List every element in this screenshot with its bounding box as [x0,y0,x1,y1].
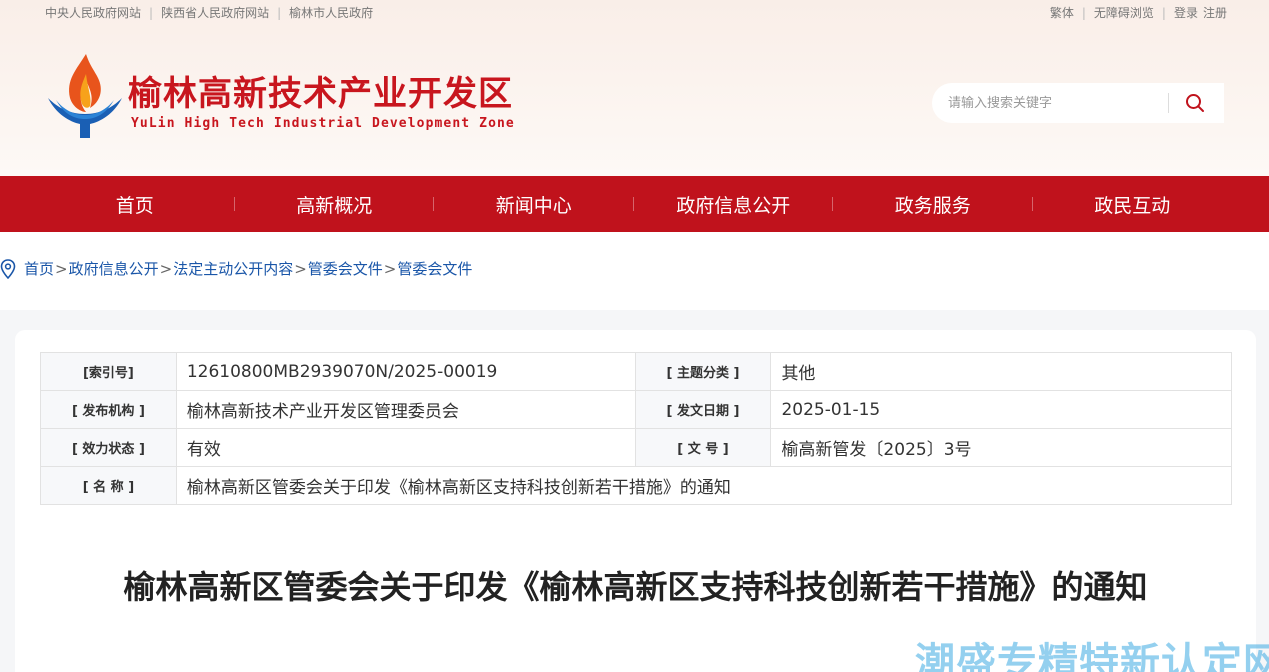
nav-overview[interactable]: 高新概况 [235,176,435,232]
divider: | [1161,5,1166,20]
doc-number-value: 榆高新管发〔2025〕3号 [770,428,1232,467]
divider: | [277,5,282,20]
breadcrumb-committee-docs[interactable]: 管委会文件 [308,258,383,279]
publisher-label: [ 发布机构 ] [40,390,177,429]
site-logo-icon[interactable] [46,52,124,140]
search-input[interactable] [932,83,1168,123]
date-value: 2025-01-15 [770,390,1232,429]
publisher-value: 榆林高新技术产业开发区管理委员会 [175,390,636,429]
breadcrumb: 首页 > 政府信息公开 > 法定主动公开内容 > 管委会文件 > 管委会文件 [0,258,472,279]
link-shaanxi-gov[interactable]: 陕西省人民政府网站 [161,4,269,21]
document-title: 榆林高新区管委会关于印发《榆林高新区支持科技创新若干措施》的通知 [123,568,1148,606]
search-icon [1186,94,1204,112]
breadcrumb-committee-docs-current[interactable]: 管委会文件 [397,258,472,279]
table-row: [ 效力状态 ] 有效 [ 文 号 ] 榆高新管发〔2025〕3号 [40,428,1232,467]
name-label: [ 名 称 ] [40,466,177,505]
document-meta-table: [索引号] 12610800MB2939070N/2025-00019 [ 主题… [40,352,1233,505]
nav-home[interactable]: 首页 [35,176,235,232]
accessibility-link[interactable]: 无障碍浏览 [1094,4,1154,21]
date-label: [ 发文日期 ] [634,390,772,429]
index-label: [索引号] [40,352,177,391]
traditional-chinese-link[interactable]: 繁体 [1050,4,1074,21]
search-button[interactable] [1169,83,1221,123]
breadcrumb-home[interactable]: 首页 [24,258,54,279]
nav-gov-info[interactable]: 政府信息公开 [634,176,834,232]
main-nav: 首页 高新概况 新闻中心 政府信息公开 政务服务 政民互动 [0,176,1269,232]
name-value: 榆林高新区管委会关于印发《榆林高新区支持科技创新若干措施》的通知 [175,466,1233,505]
site-header: 中央人民政府网站 | 陕西省人民政府网站 | 榆林市人民政府 繁体 | 无障碍浏… [0,0,1269,176]
nav-services[interactable]: 政务服务 [833,176,1033,232]
site-subtitle: YuLin High Tech Industrial Development Z… [131,116,515,131]
breadcrumb-separator: > [294,259,307,278]
divider: | [149,5,154,20]
breadcrumb-separator: > [55,259,68,278]
breadcrumb-bar: 首页 > 政府信息公开 > 法定主动公开内容 > 管委会文件 > 管委会文件 [0,232,1269,310]
breadcrumb-separator: > [383,259,397,278]
breadcrumb-gov-info[interactable]: 政府信息公开 [69,258,159,279]
watermark: 潮盛专精特新认定网 [915,640,1269,672]
breadcrumb-statutory[interactable]: 法定主动公开内容 [173,258,293,279]
link-central-gov[interactable]: 中央人民政府网站 [45,4,141,21]
index-value: 12610800MB2939070N/2025-00019 [175,352,636,391]
utility-links: 繁体 | 无障碍浏览 | 登录 注册 [1050,4,1227,21]
nav-interaction[interactable]: 政民互动 [1033,176,1233,232]
table-row: [ 发布机构 ] 榆林高新技术产业开发区管理委员会 [ 发文日期 ] 2025-… [40,390,1232,429]
gov-links: 中央人民政府网站 | 陕西省人民政府网站 | 榆林市人民政府 [45,4,373,21]
category-value: 其他 [770,352,1232,391]
nav-news[interactable]: 新闻中心 [434,176,634,232]
breadcrumb-separator: > [159,259,173,278]
divider: | [1081,5,1086,20]
register-link[interactable]: 注册 [1203,4,1227,21]
category-label: [ 主题分类 ] [634,352,772,391]
doc-number-label: [ 文 号 ] [634,428,772,467]
content-card: [索引号] 12610800MB2939070N/2025-00019 [ 主题… [15,330,1256,672]
table-row: [ 名 称 ] 榆林高新区管委会关于印发《榆林高新区支持科技创新若干措施》的通知 [40,466,1233,505]
status-label: [ 效力状态 ] [40,428,177,467]
location-pin-icon [0,258,16,279]
link-yulin-gov[interactable]: 榆林市人民政府 [289,4,373,21]
search-box [932,83,1224,123]
status-value: 有效 [175,428,636,467]
login-link[interactable]: 登录 [1174,4,1198,21]
site-title: 榆林高新技术产业开发区 [128,74,513,114]
table-row: [索引号] 12610800MB2939070N/2025-00019 [ 主题… [40,352,1232,391]
